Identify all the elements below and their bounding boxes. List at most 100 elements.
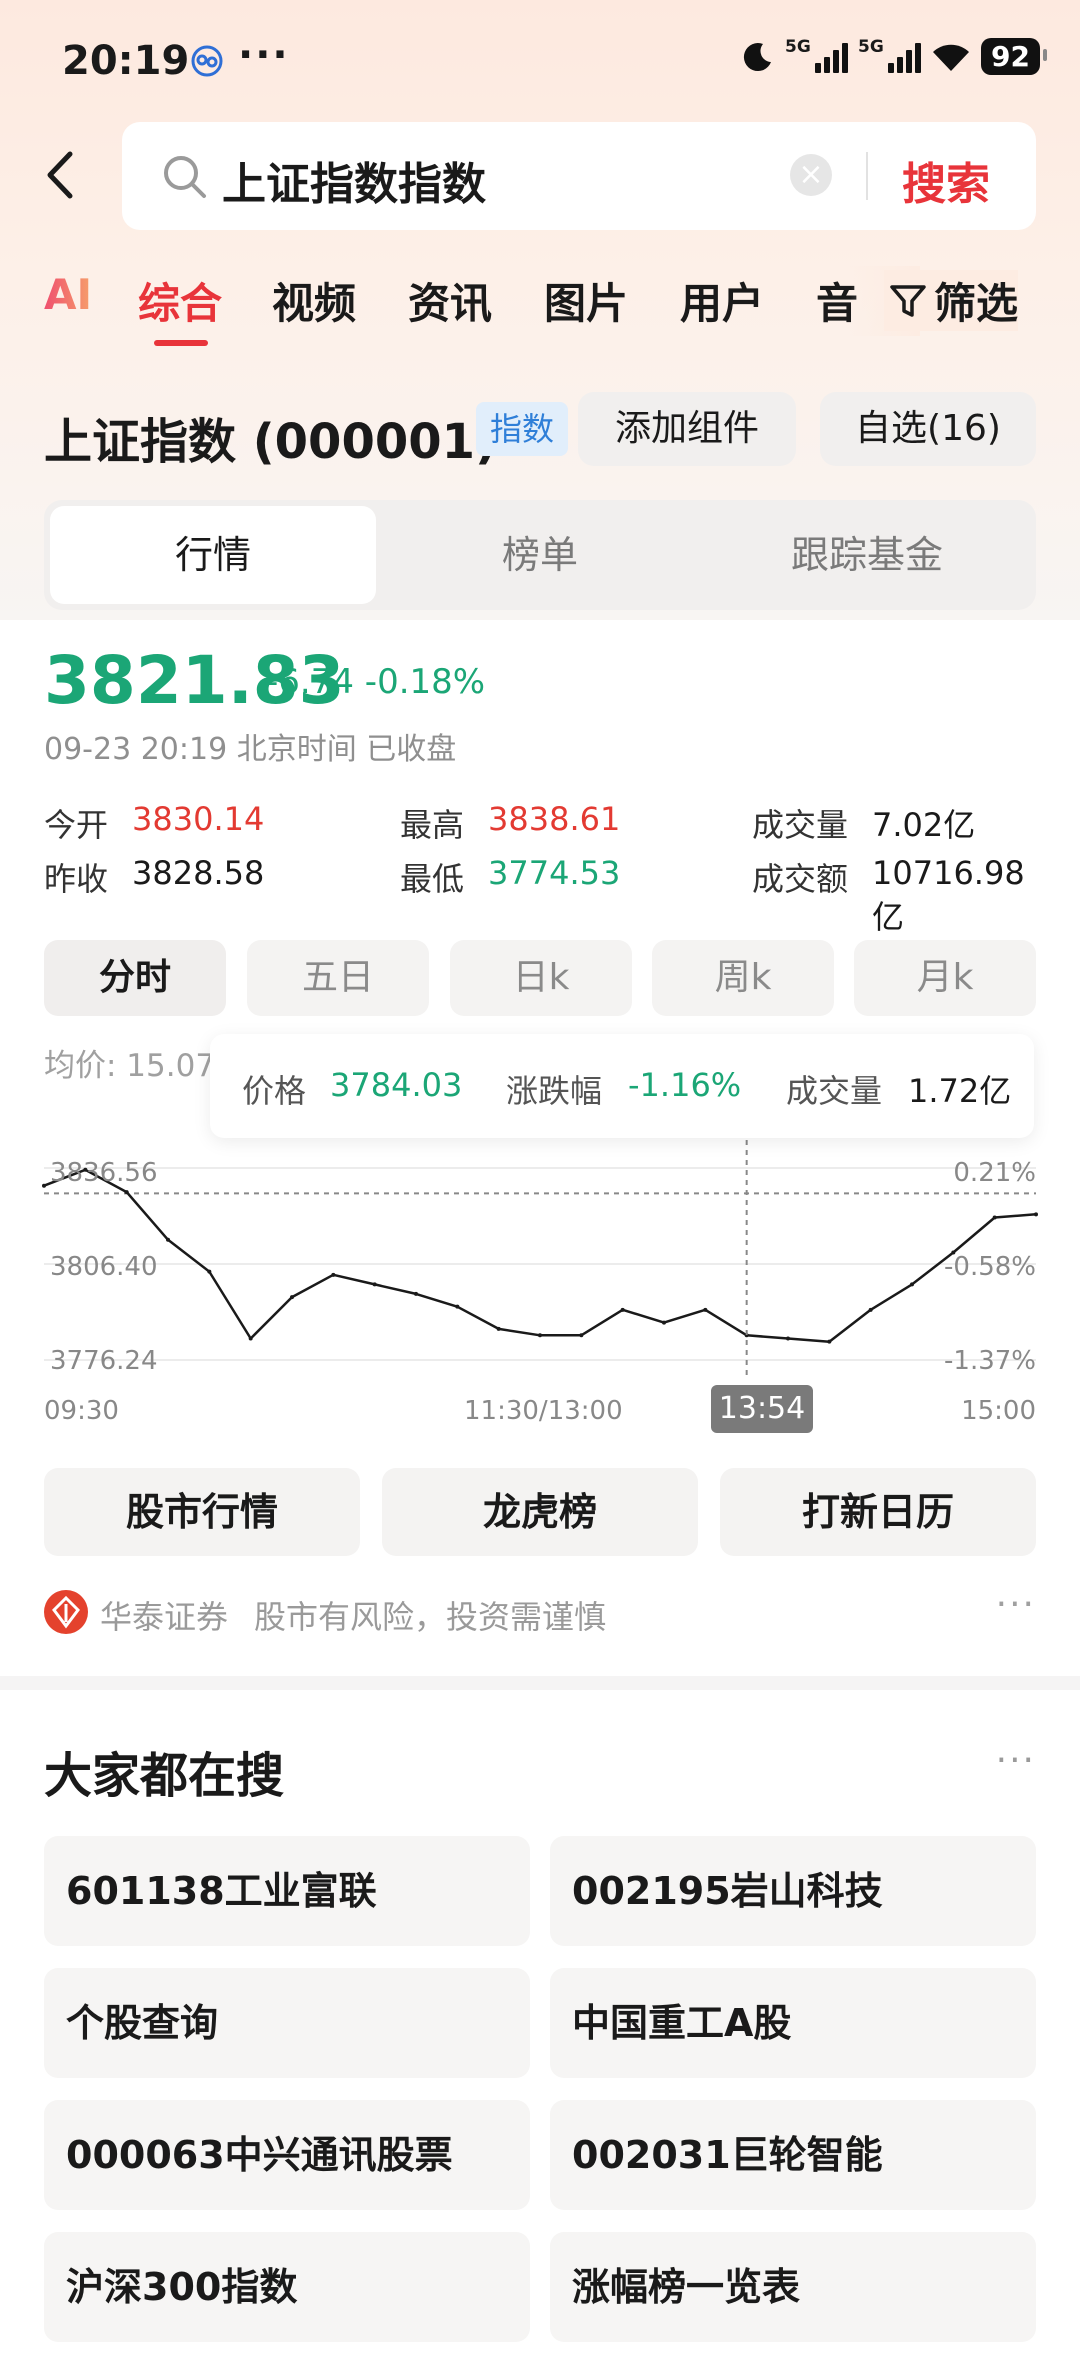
risk-warning: 股市有风险，投资需谨慎 (254, 1598, 607, 1636)
x-tick-open: 09:30 (44, 1396, 119, 1426)
price-point (166, 1237, 170, 1242)
back-arrow-icon[interactable] (40, 150, 80, 200)
price-point (124, 1190, 129, 1195)
y-left-tick-top: 3836.56 (50, 1158, 158, 1188)
volume-value: 7.02亿 (872, 806, 976, 844)
price-point (455, 1304, 460, 1309)
prev-close-label: 昨收 (44, 860, 109, 898)
price-point (42, 1183, 46, 1188)
y-right-tick-bottom: -1.37% (944, 1346, 1036, 1376)
section-divider (0, 1676, 1080, 1690)
price-point (207, 1269, 212, 1274)
status-bar: 20:19 ··· 5G 5G 92 (0, 0, 1080, 120)
broker-name[interactable]: 华泰证券 (100, 1592, 228, 1638)
x-tick-close: 15:00 (961, 1396, 1036, 1426)
dragon-tiger-list-button[interactable]: 龙虎榜 (382, 1468, 698, 1556)
low-label: 最低 (400, 860, 465, 898)
price-change: -6.74 -0.18% (266, 662, 485, 702)
filter-button[interactable]: 筛选 (884, 270, 1019, 331)
popular-search-item[interactable]: 中国重工A股 (550, 1968, 1036, 2078)
turnover-label: 成交额 (752, 860, 849, 898)
x-tick-midday: 11:30/13:00 (464, 1396, 623, 1426)
tab-comprehensive[interactable]: 综合 (138, 270, 222, 331)
tab-ai[interactable]: AI (44, 270, 92, 319)
price-point (290, 1295, 294, 1300)
price-point (620, 1307, 625, 1312)
period-intraday[interactable]: 分时 (44, 940, 226, 1016)
price-change-value: -6.74 (266, 662, 354, 702)
open-value: 3830.14 (132, 800, 265, 838)
active-tab-indicator (154, 340, 208, 346)
price-point (538, 1333, 542, 1338)
market-overview-button[interactable]: 股市行情 (44, 1468, 360, 1556)
popular-search-item[interactable]: 002195岩山科技 (550, 1836, 1036, 1946)
price-point (496, 1326, 501, 1331)
broker-footer: 华泰证券 股市有风险，投资需谨慎 ··· (44, 1584, 1036, 1636)
price-point (703, 1307, 708, 1312)
popular-search-item[interactable]: 601138工业富联 (44, 1836, 530, 1946)
price-point (331, 1272, 336, 1277)
intraday-chart[interactable] (0, 1140, 1080, 1440)
app-notification-icon (191, 45, 223, 77)
price-point (372, 1282, 377, 1287)
high-label: 最高 (400, 806, 465, 844)
segment-market[interactable]: 行情 (50, 506, 376, 604)
search-bar[interactable]: 上证指数指数 × 搜索 (122, 122, 1036, 230)
search-category-tabs: AI 综合 视频 资讯 图片 用户 音 筛选 (0, 266, 1080, 346)
period-daily-k[interactable]: 日k (450, 940, 632, 1016)
cursor-time-badge: 13:54 (711, 1385, 813, 1433)
tooltip-volume-value: 1.72亿 (908, 1072, 1012, 1110)
high-value: 3838.61 (488, 800, 621, 838)
ipo-calendar-button[interactable]: 打新日历 (720, 1468, 1036, 1556)
price-point (662, 1320, 666, 1325)
wifi-icon (933, 44, 970, 71)
tooltip-pct-label: 涨跌幅 (506, 1072, 603, 1110)
popular-search-item[interactable]: 涨幅榜一览表 (550, 2232, 1036, 2342)
open-label: 今开 (44, 806, 109, 844)
filter-label: 筛选 (934, 279, 1019, 328)
period-five-day[interactable]: 五日 (247, 940, 429, 1016)
low-value: 3774.53 (488, 854, 621, 892)
period-monthly-k[interactable]: 月k (854, 940, 1036, 1016)
more-notifications-icon: ··· (238, 32, 290, 78)
price-point (414, 1291, 418, 1296)
period-weekly-k[interactable]: 周k (652, 940, 834, 1016)
tab-video[interactable]: 视频 (272, 270, 356, 331)
turnover-value: 10716.98亿 (872, 854, 1025, 936)
filter-icon (890, 284, 926, 317)
clear-search-icon[interactable]: × (790, 154, 832, 196)
price-point (868, 1307, 873, 1312)
signal-icon: 5G (785, 37, 849, 73)
prev-close-value: 3828.58 (132, 854, 265, 892)
popular-search-item[interactable]: 个股查询 (44, 1968, 530, 2078)
index-type-badge: 指数 (476, 402, 569, 456)
tab-users[interactable]: 用户 (680, 270, 764, 331)
tooltip-price-value: 3784.03 (330, 1066, 463, 1104)
y-left-tick-bottom: 3776.24 (50, 1346, 158, 1376)
popular-searches-title: 大家都在搜 (44, 1748, 285, 1804)
popular-search-item[interactable]: 沪深300指数 (44, 2232, 530, 2342)
moon-icon (743, 42, 772, 71)
index-title: 上证指数 (000001) (44, 414, 497, 470)
search-button[interactable]: 搜索 (902, 148, 990, 212)
segment-tracking-funds[interactable]: 跟踪基金 (704, 506, 1030, 604)
segment-rankings[interactable]: 榜单 (377, 506, 703, 604)
quote-timestamp: 09-23 20:19 北京时间 已收盘 (44, 732, 457, 767)
search-input[interactable]: 上证指数指数 (222, 148, 486, 212)
broker-more-icon[interactable]: ··· (996, 1584, 1036, 1625)
add-widget-button[interactable]: 添加组件 (578, 392, 796, 466)
tab-news[interactable]: 资讯 (408, 270, 492, 331)
price-point (910, 1282, 914, 1287)
broker-logo-icon (44, 1590, 88, 1634)
price-point (248, 1336, 253, 1341)
popular-more-icon[interactable]: ··· (996, 1740, 1036, 1781)
watchlist-button[interactable]: 自选(16) (820, 392, 1036, 466)
signal-icon-2: 5G (858, 37, 922, 73)
y-right-tick-top: 0.21% (953, 1158, 1036, 1188)
popular-search-item[interactable]: 002031巨轮智能 (550, 2100, 1036, 2210)
volume-label: 成交量 (752, 806, 849, 844)
tab-images[interactable]: 图片 (544, 270, 628, 331)
popular-search-item[interactable]: 000063中兴通讯股票 (44, 2100, 530, 2210)
price-change-percent: -0.18% (364, 662, 486, 702)
tooltip-pct-value: -1.16% (628, 1066, 742, 1104)
